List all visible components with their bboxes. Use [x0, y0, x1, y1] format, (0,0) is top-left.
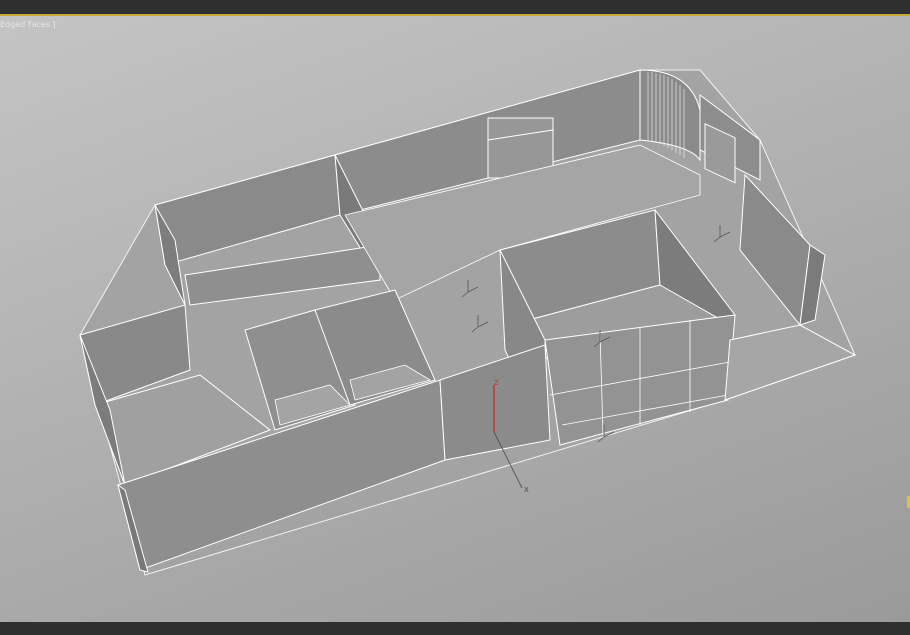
status-bar — [0, 622, 910, 635]
perspective-viewport[interactable]: Edged Faces ] Z X — [0, 16, 910, 622]
gizmo-z-label: Z — [494, 379, 499, 387]
gizmo-x-label: X — [524, 486, 529, 494]
title-bar — [0, 0, 910, 15]
floorplan-model[interactable]: Z X — [0, 16, 910, 622]
